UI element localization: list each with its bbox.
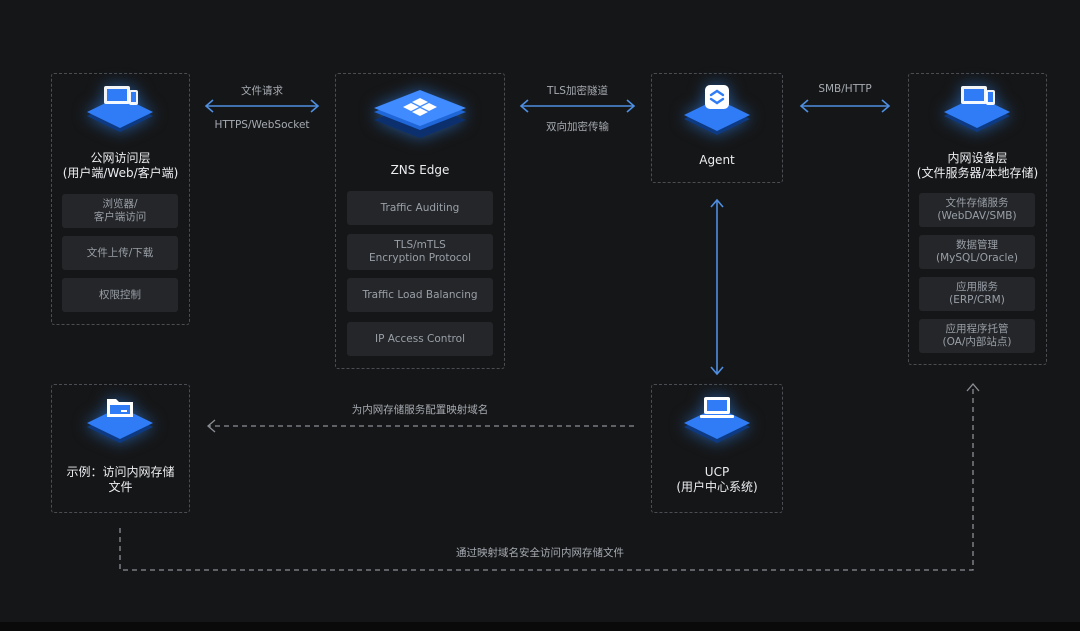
agent-icon: [684, 85, 750, 135]
public-item-upload: 文件上传/下载: [62, 236, 178, 270]
example-title: 示例：访问内网存储 文件: [66, 465, 175, 494]
label-tls-tunnel: TLS加密隧道: [547, 85, 608, 97]
edge-item-traffic-auditing: Traffic Auditing: [347, 191, 493, 225]
folder-icon: [87, 399, 153, 443]
ucp-panel: UCP (用户中心系统): [651, 384, 783, 513]
agent-title: Agent: [699, 153, 735, 167]
edge-item-tls: TLS/mTLS Encryption Protocol: [347, 234, 493, 270]
edge-item-load-balancing: Traffic Load Balancing: [347, 278, 493, 312]
label-https-websocket: HTTPS/WebSocket: [214, 119, 310, 131]
label-map-domain: 为内网存储服务配置映射域名: [351, 404, 489, 416]
arrow-ucp-example: [207, 419, 634, 433]
public-layer-panel: 公网访问层 (用户端/Web/客户端) 浏览器/客户端访问 文件上传/下载 权限…: [51, 73, 190, 325]
public-layer-title: 公网访问层 (用户端/Web/客户端): [52, 151, 189, 181]
zns-edge-logo-icon: [374, 90, 466, 138]
zns-edge-title: ZNS Edge: [390, 163, 450, 177]
public-layer-title-line1: 公网访问层: [90, 151, 151, 165]
arrow-agent-ucp: [710, 198, 724, 376]
intranet-item-app-service: 应用服务 (ERP/CRM): [919, 277, 1035, 311]
label-smb-http: SMB/HTTP: [818, 83, 872, 95]
intranet-title-line1: 内网设备层: [947, 151, 1008, 165]
public-item-permission: 权限控制: [62, 278, 178, 312]
zns-edge-panel: ZNS Edge Traffic Auditing TLS/mTLS Encryp…: [335, 73, 505, 369]
monitor-phone-icon: [87, 86, 153, 132]
intranet-layer-title: 内网设备层 (文件服务器/本地存储): [909, 151, 1046, 181]
intranet-title-line2: (文件服务器/本地存储): [916, 166, 1039, 180]
example-panel: 示例：访问内网存储 文件: [51, 384, 190, 513]
intranet-item-file-storage: 文件存储服务 (WebDAV/SMB): [919, 193, 1035, 227]
label-secure-access: 通过映射域名安全访问内网存储文件: [456, 547, 624, 559]
arrow-example-intranet: [119, 383, 980, 571]
arrow-edge-agent: [519, 99, 636, 113]
intranet-item-data-mgmt: 数据管理 (MySQL/Oracle): [919, 235, 1035, 269]
bottom-strip: [0, 622, 1080, 631]
edge-item-ip-access: IP Access Control: [347, 322, 493, 356]
ucp-title: UCP (用户中心系统): [676, 465, 758, 494]
arrow-public-edge: [204, 99, 320, 113]
server-monitor-icon: [944, 86, 1010, 132]
arrow-agent-intranet: [799, 99, 891, 113]
label-file-request: 文件请求: [241, 85, 283, 97]
intranet-item-app-hosting: 应用程序托管 (OA/内部站点): [919, 319, 1035, 353]
label-bidirectional: 双向加密传输: [546, 121, 609, 133]
public-item-browser: 浏览器/客户端访问: [62, 194, 178, 228]
public-layer-title-line2: (用户端/Web/客户端): [62, 166, 179, 180]
agent-panel: Agent: [651, 73, 783, 183]
laptop-icon: [684, 397, 750, 443]
diagram-canvas: 文件请求 HTTPS/WebSocket TLS加密隧道 双向加密传输 SMB/…: [0, 0, 1080, 631]
intranet-layer-panel: 内网设备层 (文件服务器/本地存储) 文件存储服务 (WebDAV/SMB) 数据…: [908, 73, 1047, 365]
